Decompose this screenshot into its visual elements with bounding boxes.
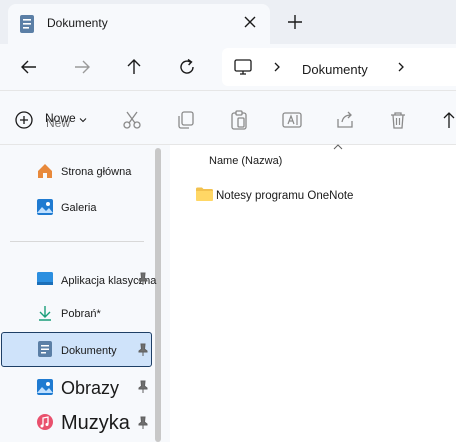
back-icon[interactable]: [16, 54, 42, 80]
sort-icon[interactable]: [438, 109, 456, 131]
refresh-icon[interactable]: [174, 54, 200, 80]
pin-icon[interactable]: [137, 343, 149, 357]
plus-circle-icon: [15, 111, 33, 129]
documents-icon: [38, 341, 52, 357]
chevron-right-icon[interactable]: [272, 61, 282, 73]
pin-icon[interactable]: [137, 380, 149, 394]
delete-icon[interactable]: [387, 109, 409, 131]
cut-icon[interactable]: [121, 109, 143, 131]
address-field[interactable]: Dokumenty: [222, 48, 456, 86]
tab-title: Dokumenty: [47, 16, 108, 30]
address-bar: Dokumenty: [0, 44, 456, 90]
sidebar-item-home[interactable]: Strona główna: [0, 161, 153, 183]
tab-dokumenty[interactable]: Dokumenty: [8, 4, 270, 44]
chevron-down-icon: [79, 118, 87, 123]
rename-icon[interactable]: [281, 109, 303, 131]
sidebar-item-label: Muzyka: [61, 412, 130, 434]
folder-icon: [196, 187, 213, 201]
copy-icon[interactable]: [175, 109, 197, 131]
new-button[interactable]: New Nowe: [14, 108, 94, 132]
sidebar-item-gallery[interactable]: Galeria: [0, 197, 153, 219]
sort-ascending-icon: [333, 144, 343, 150]
this-pc-icon: [234, 59, 252, 75]
sidebar-separator: [10, 241, 144, 242]
file-name: Notesy programu OneNote: [216, 190, 354, 202]
pin-icon[interactable]: [137, 272, 149, 286]
new-label: Nowe: [45, 111, 76, 125]
sidebar-item-desktop[interactable]: Aplikacja klasyczna: [0, 268, 156, 292]
share-icon[interactable]: [334, 109, 356, 131]
sidebar-item-pictures[interactable]: Obrazy: [0, 376, 153, 404]
forward-icon[interactable]: [69, 54, 95, 80]
pictures-icon: [37, 379, 53, 395]
up-icon[interactable]: [121, 54, 147, 80]
home-icon: [38, 164, 52, 178]
breadcrumb[interactable]: Dokumenty: [302, 62, 368, 77]
sidebar-item-documents[interactable]: Dokumenty: [0, 338, 153, 362]
sidebar-item-label: Dokumenty: [61, 345, 117, 357]
sidebar-item-music[interactable]: Muzyka: [0, 410, 153, 440]
desktop-icon: [37, 272, 53, 285]
list-item[interactable]: Notesy programu OneNote: [194, 184, 394, 208]
sidebar-item-label: Strona główna: [61, 166, 132, 178]
chevron-right-icon[interactable]: [396, 61, 406, 73]
documents-icon: [20, 15, 34, 33]
sidebar-item-label: Pobrań*: [61, 308, 101, 320]
music-icon: [37, 414, 53, 430]
paste-icon[interactable]: [228, 109, 250, 131]
close-icon[interactable]: [240, 12, 260, 32]
sidebar-item-label: Galeria: [61, 202, 97, 214]
sidebar-item-label: Obrazy: [61, 378, 120, 398]
title-bar: Dokumenty: [0, 0, 456, 44]
navigation-scrollbar[interactable]: [155, 148, 161, 442]
sidebar-item-downloads[interactable]: Pobrań*: [0, 303, 153, 327]
pin-icon[interactable]: [137, 416, 149, 430]
new-tab-icon[interactable]: [285, 12, 305, 32]
download-icon: [39, 306, 51, 321]
command-bar: New Nowe: [0, 90, 456, 145]
column-header-name[interactable]: Name (Nazwa): [209, 155, 282, 167]
gallery-icon: [37, 199, 53, 215]
